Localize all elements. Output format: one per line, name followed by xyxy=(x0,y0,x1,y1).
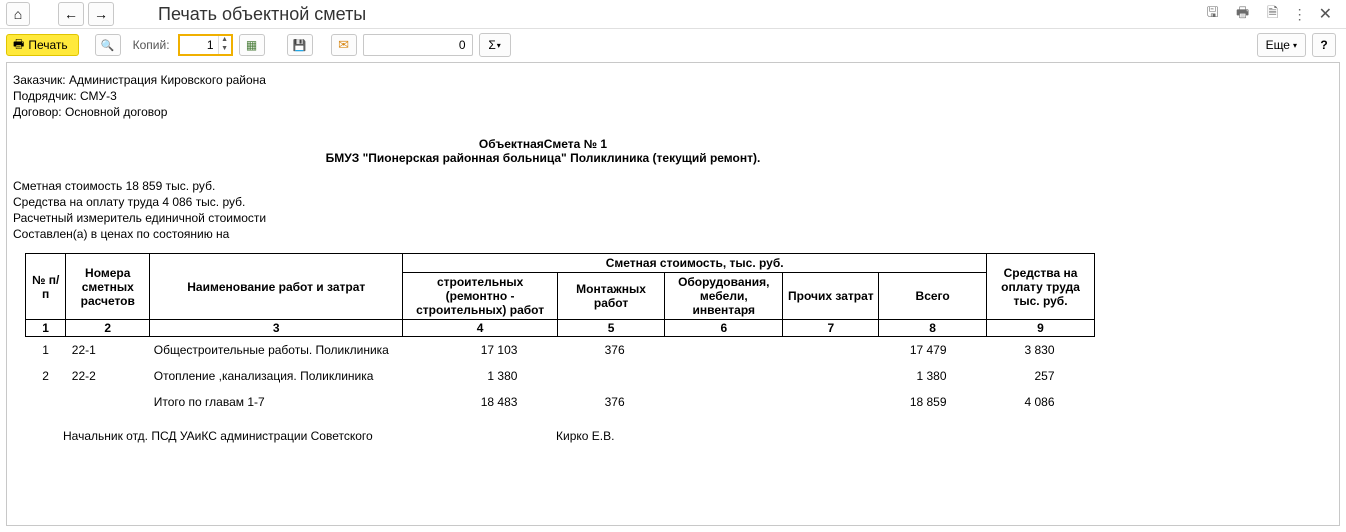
close-button[interactable]: ✕ xyxy=(1315,4,1336,24)
spin-up[interactable]: ▲ xyxy=(219,36,231,45)
customer-line: Заказчик: Администрация Кировского район… xyxy=(13,73,1323,87)
doc-title-1: ОбъектнаяСмета № 1 xyxy=(13,137,1073,151)
preview-icon-button[interactable] xyxy=(1263,4,1283,24)
print-button[interactable]: Печать xyxy=(6,34,79,56)
print-icon-button[interactable] xyxy=(1233,4,1253,24)
signature-line: Начальник отд. ПСД УАиКС администрации С… xyxy=(63,429,1323,443)
sigma-icon: Σ xyxy=(488,38,495,52)
save-button[interactable] xyxy=(287,34,313,56)
print-button-label: Печать xyxy=(28,38,67,52)
table-row: Итого по главам 1-718 48337618 8594 086 xyxy=(26,389,1095,415)
table-icon xyxy=(246,38,257,52)
document-content: Заказчик: Администрация Кировского район… xyxy=(7,63,1329,453)
summary-prices: Составлен(а) в ценах по состоянию на xyxy=(13,227,1323,241)
th-equip: Оборудования, мебели, инвентаря xyxy=(665,273,783,320)
sign-title: Начальник отд. ПСД УАиКС администрации С… xyxy=(63,429,373,443)
page-title: Печать объектной сметы xyxy=(158,4,366,25)
magnifier-icon xyxy=(101,38,115,52)
table-layout-button[interactable] xyxy=(239,34,265,56)
summary-cost: Сметная стоимость 18 859 тыс. руб. xyxy=(13,179,1323,193)
chevron-down-icon: ▾ xyxy=(1293,41,1297,50)
table-row: 122-1Общестроительные работы. Поликлиник… xyxy=(26,337,1095,364)
home-icon xyxy=(14,6,22,22)
column-numbers-row: 1 2 3 4 5 6 7 8 9 xyxy=(26,320,1095,337)
th-name: Наименование работ и затрат xyxy=(150,254,403,320)
contract-line: Договор: Основной договор xyxy=(13,105,1323,119)
summary-labor: Средства на оплату труда 4 086 тыс. руб. xyxy=(13,195,1323,209)
kebab-menu[interactable]: ⋮ xyxy=(1293,6,1305,23)
doc-title-2: БМУЗ "Пионерская районная больница" Поли… xyxy=(13,151,1073,165)
summary-unit: Расчетный измеритель единичной стоимости xyxy=(13,211,1323,225)
printer-icon xyxy=(13,35,24,56)
numeric-field[interactable] xyxy=(363,34,473,56)
disk-icon xyxy=(1207,2,1219,26)
table-row: 222-2Отопление ,канализация. Поликлиника… xyxy=(26,363,1095,389)
chevron-down-icon: ▾ xyxy=(497,41,501,50)
spin-down[interactable]: ▼ xyxy=(219,45,231,54)
copies-input[interactable] xyxy=(180,36,218,54)
save-icon xyxy=(293,38,307,52)
arrow-left-icon xyxy=(64,6,78,22)
spinner-buttons[interactable]: ▲ ▼ xyxy=(218,36,231,54)
arrow-right-icon xyxy=(94,6,108,22)
document-preview[interactable]: Заказчик: Администрация Кировского район… xyxy=(6,62,1340,526)
th-labor: Средства на оплату труда тыс. руб. xyxy=(987,254,1095,320)
th-cost-group: Сметная стоимость, тыс. руб. xyxy=(403,254,987,273)
th-install: Монтажных работ xyxy=(557,273,664,320)
more-label: Еще xyxy=(1266,38,1290,52)
th-codes: Номера сметных расчетов xyxy=(66,254,150,320)
document-preview-icon xyxy=(1267,2,1278,26)
toolbar: Печать Копий: ▲ ▼ Σ ▾ Еще ▾ ? xyxy=(0,29,1346,61)
th-build: строительных (ремонтно - строительных) р… xyxy=(403,273,558,320)
home-button[interactable] xyxy=(6,2,30,26)
help-button[interactable]: ? xyxy=(1312,33,1336,57)
window-header: Печать объектной сметы ⋮ ✕ xyxy=(0,0,1346,29)
th-total: Всего xyxy=(879,273,987,320)
mail-icon xyxy=(338,37,349,53)
more-button[interactable]: Еще ▾ xyxy=(1257,33,1306,57)
th-other: Прочих затрат xyxy=(783,273,879,320)
sign-person: Кирко Е.В. xyxy=(556,429,614,443)
copies-label: Копий: xyxy=(127,38,172,52)
th-idx: № п/п xyxy=(26,254,66,320)
sum-button[interactable]: Σ ▾ xyxy=(479,33,511,57)
send-mail-button[interactable] xyxy=(331,34,357,56)
estimate-table: № п/п Номера сметных расчетов Наименован… xyxy=(25,253,1095,415)
save-icon-button[interactable] xyxy=(1203,4,1223,24)
contractor-line: Подрядчик: СМУ-3 xyxy=(13,89,1323,103)
nav-back-button[interactable] xyxy=(58,2,84,26)
printer-icon xyxy=(1236,2,1249,26)
preview-button[interactable] xyxy=(95,34,121,56)
copies-spinner[interactable]: ▲ ▼ xyxy=(178,34,233,56)
nav-forward-button[interactable] xyxy=(88,2,114,26)
